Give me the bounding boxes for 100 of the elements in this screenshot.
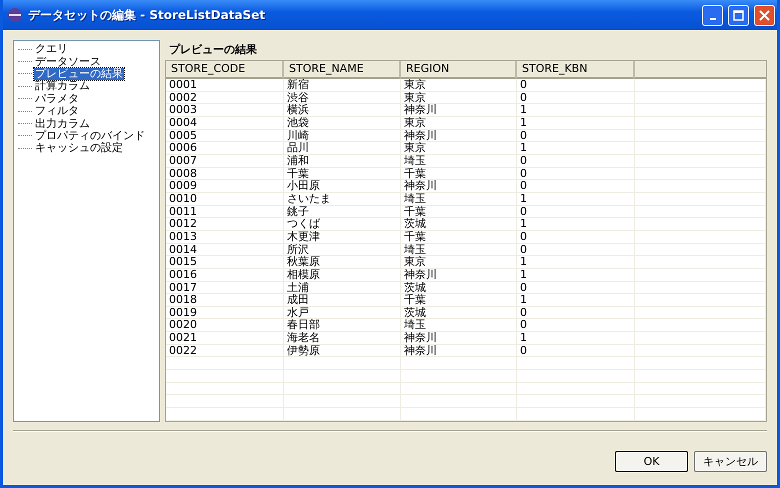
table-cell: 池袋: [284, 116, 401, 130]
table-cell: 0: [517, 344, 635, 358]
close-button[interactable]: [754, 4, 775, 26]
tree-item[interactable]: 出力カラム: [34, 118, 91, 130]
table-cell: 横浜: [284, 104, 401, 117]
table-cell: 0022: [166, 344, 284, 358]
table-cell: 新宿: [284, 79, 401, 92]
tree-item[interactable]: パラメタ: [34, 92, 80, 105]
table-cell: 0018: [166, 294, 284, 307]
table-cell: 茨城: [401, 282, 517, 294]
table-cell: 0: [517, 92, 635, 104]
table-cell: 東京: [401, 116, 517, 130]
table-cell: 品川: [284, 142, 401, 155]
table-cell: 伊勢原: [284, 344, 401, 358]
table-cell: 神奈川: [401, 344, 517, 358]
table-cell: 小田原: [284, 180, 401, 193]
table-cell: 1: [517, 294, 635, 307]
table-cell: 千葉: [401, 230, 517, 244]
tree-item[interactable]: プレビューの結果: [34, 68, 124, 80]
table-cell: 0008: [166, 168, 284, 180]
table-cell: 千葉: [401, 294, 517, 307]
table-cell: 0012: [166, 218, 284, 231]
table-cell: 茨城: [401, 306, 517, 320]
table-cell: 浦和: [284, 154, 401, 168]
table-cell: 川崎: [284, 130, 401, 142]
table-cell: 秋葉原: [284, 256, 401, 269]
maximize-button[interactable]: [728, 4, 749, 26]
table-cell: さいたま: [284, 192, 401, 206]
table-cell: 神奈川: [401, 104, 517, 117]
table-cell: 0: [517, 244, 635, 256]
tree-item[interactable]: フィルタ: [34, 105, 80, 118]
table-cell: 0020: [166, 319, 284, 332]
table-cell: 1: [517, 104, 635, 117]
table-cell: 1: [517, 142, 635, 155]
close-icon: [759, 10, 770, 20]
tree-item[interactable]: プロパティのバインド: [34, 130, 146, 142]
table-cell: 茨城: [401, 218, 517, 231]
table-cell: 1: [517, 218, 635, 231]
table-cell: 1: [517, 332, 635, 345]
table-cell: 相模原: [284, 268, 401, 282]
table-cell: 千葉: [401, 206, 517, 218]
table-cell: 0001: [166, 79, 284, 92]
table-cell: 埼玉: [401, 319, 517, 332]
table-cell: 東京: [401, 256, 517, 269]
table-cell: 0: [517, 206, 635, 218]
table-cell: 埼玉: [401, 154, 517, 168]
table-cell: 0002: [166, 92, 284, 104]
table-cell: 渋谷: [284, 92, 401, 104]
table-cell: 1: [517, 116, 635, 130]
cancel-button[interactable]: キャンセル: [694, 451, 767, 472]
table-cell: 埼玉: [401, 244, 517, 256]
table-cell: 0009: [166, 180, 284, 193]
ok-button[interactable]: OK: [615, 451, 688, 472]
table-cell: 0011: [166, 206, 284, 218]
table-cell: 0: [517, 130, 635, 142]
minimize-button[interactable]: [702, 4, 723, 26]
table-cell: 0: [517, 168, 635, 180]
table-cell: 木更津: [284, 230, 401, 244]
table-cell: 海老名: [284, 332, 401, 345]
table-cell: 0017: [166, 282, 284, 294]
table-cell: 0: [517, 180, 635, 193]
table-cell: 東京: [401, 92, 517, 104]
table-cell: 0019: [166, 306, 284, 320]
table-cell: 0: [517, 79, 635, 92]
column-header[interactable]: STORE_KBN: [517, 61, 635, 79]
table-cell: 水戸: [284, 306, 401, 320]
table-cell: 0004: [166, 116, 284, 130]
table-cell: 銚子: [284, 206, 401, 218]
table-cell: 0: [517, 282, 635, 294]
table-cell: 0006: [166, 142, 284, 155]
table-cell: 0: [517, 154, 635, 168]
tree-item[interactable]: クエリ: [34, 43, 69, 56]
table-cell: 0021: [166, 332, 284, 345]
tree-item[interactable]: キャッシュの設定: [34, 142, 124, 154]
table-cell: 0010: [166, 192, 284, 206]
minimize-icon: [710, 18, 716, 20]
tree-item[interactable]: データソース: [34, 56, 102, 68]
table-cell: 東京: [401, 142, 517, 155]
app-icon: [7, 7, 23, 23]
table-cell: 0: [517, 230, 635, 244]
column-header[interactable]: STORE_NAME: [284, 61, 401, 79]
table-cell: 0014: [166, 244, 284, 256]
table-cell: 1: [517, 256, 635, 269]
table-cell: 0: [517, 306, 635, 320]
table-cell: 千葉: [401, 168, 517, 180]
column-header[interactable]: STORE_CODE: [166, 61, 284, 79]
table-cell: 春日部: [284, 319, 401, 332]
table-cell: 0013: [166, 230, 284, 244]
table-cell: つくば: [284, 218, 401, 231]
table-cell: 1: [517, 268, 635, 282]
table-cell: 神奈川: [401, 268, 517, 282]
table-cell: 0003: [166, 104, 284, 117]
table-cell: 成田: [284, 294, 401, 307]
table-cell: 神奈川: [401, 130, 517, 142]
table-cell: 所沢: [284, 244, 401, 256]
table-cell: 土浦: [284, 282, 401, 294]
table-cell: 神奈川: [401, 180, 517, 193]
maximize-icon: [733, 10, 744, 20]
column-header[interactable]: REGION: [401, 61, 517, 79]
table-cell: 千葉: [284, 168, 401, 180]
